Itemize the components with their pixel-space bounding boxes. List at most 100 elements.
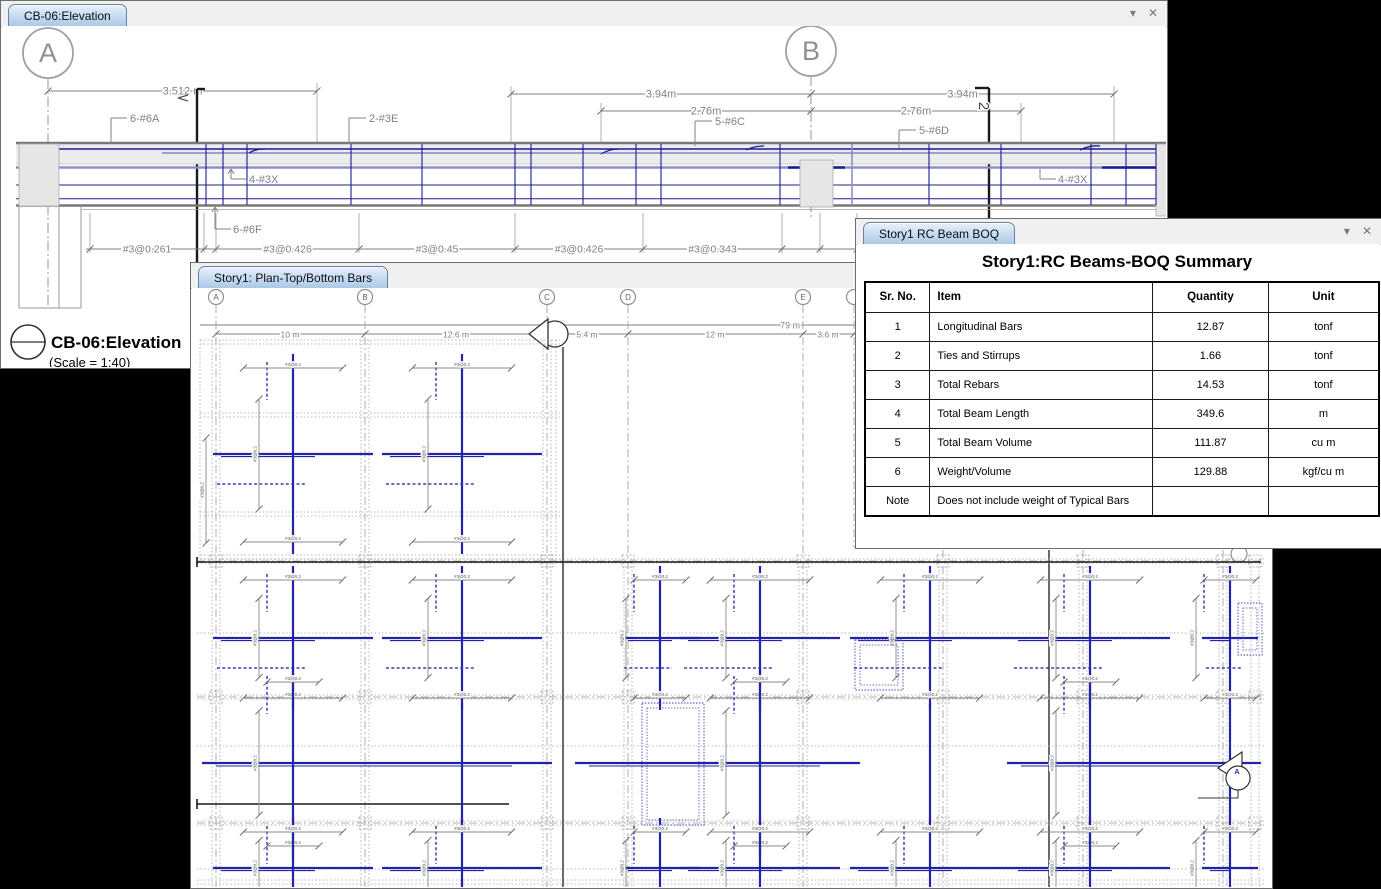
boq-cell: 1.66 [1152, 341, 1268, 370]
svg-text:#3@0.2: #3@0.2 [285, 574, 301, 579]
svg-text:#3@0.2: #3@0.2 [720, 630, 725, 646]
svg-text:#3@0.2: #3@0.2 [890, 630, 895, 646]
svg-text:#3@0.2: #3@0.2 [1222, 826, 1238, 831]
svg-text:#3@0.2: #3@0.2 [454, 826, 470, 831]
boq-cell: Longitudinal Bars [930, 312, 1153, 341]
svg-text:4-#3X: 4-#3X [249, 174, 279, 186]
svg-text:#3@0.2: #3@0.2 [620, 860, 625, 876]
boq-header-row: Sr. No.ItemQuantityUnit [865, 282, 1379, 312]
boq-cell: m [1268, 399, 1379, 428]
boq-cell: Does not include weight of Typical Bars [930, 486, 1153, 516]
svg-text:#3@0.2: #3@0.2 [922, 692, 938, 697]
svg-text:#3@0.2: #3@0.2 [200, 482, 205, 498]
boq-cell: Note [865, 486, 930, 516]
boq-cell: kgf/cu m [1268, 457, 1379, 486]
svg-text:5-#6D: 5-#6D [919, 125, 949, 137]
svg-text:C: C [544, 293, 550, 302]
svg-text:#3@0.426: #3@0.426 [263, 244, 312, 256]
boq-table-body: 1Longitudinal Bars12.87tonf2Ties and Sti… [865, 312, 1379, 516]
svg-text:2: 2 [975, 102, 992, 110]
svg-text:#3@0.2: #3@0.2 [253, 630, 258, 646]
svg-text:#3@0.2: #3@0.2 [1050, 755, 1055, 771]
svg-text:#3@0.2: #3@0.2 [454, 362, 470, 367]
svg-text:#3@0.2: #3@0.2 [922, 826, 938, 831]
svg-text:#3@0.2: #3@0.2 [253, 860, 258, 876]
boq-row: NoteDoes not include weight of Typical B… [865, 486, 1379, 516]
boq-cell: 12.87 [1152, 312, 1268, 341]
tab-label: Story1: Plan-Top/Bottom Bars [214, 271, 372, 285]
svg-text:#3@0.2: #3@0.2 [285, 676, 301, 681]
svg-text:B: B [362, 293, 367, 302]
svg-text:3.94m: 3.94m [646, 89, 677, 101]
svg-text:CB-06:Elevation: CB-06:Elevation [51, 333, 181, 352]
svg-text:2.76m: 2.76m [901, 106, 932, 118]
boq-cell [1268, 486, 1379, 516]
boq-cell: 111.87 [1152, 428, 1268, 457]
boq-table: Sr. No.ItemQuantityUnit 1Longitudinal Ba… [864, 281, 1380, 517]
svg-text:#3@0.2: #3@0.2 [720, 860, 725, 876]
svg-text:5.4 m: 5.4 m [576, 330, 597, 340]
svg-text:A: A [1234, 767, 1240, 776]
svg-text:6-#6F: 6-#6F [233, 224, 262, 236]
minimize-icon[interactable]: ▾ [1130, 6, 1136, 20]
boq-row: 2Ties and Stirrups1.66tonf [865, 341, 1379, 370]
boq-window: Story1 RC Beam BOQ ▾ ✕ Story1:RC Beams-B… [855, 218, 1381, 549]
svg-text:#3@0.2: #3@0.2 [752, 826, 768, 831]
close-icon[interactable]: ✕ [1148, 6, 1158, 20]
svg-text:#3@0.2: #3@0.2 [454, 536, 470, 541]
svg-text:#3@0.2: #3@0.2 [422, 630, 427, 646]
boq-cell: tonf [1268, 341, 1379, 370]
svg-text:#3@0.2: #3@0.2 [752, 676, 768, 681]
svg-text:#3@0.2: #3@0.2 [720, 755, 725, 771]
boq-cell: 2 [865, 341, 930, 370]
boq-col-header: Unit [1268, 282, 1379, 312]
svg-text:#3@0.45: #3@0.45 [416, 244, 459, 256]
svg-text:E: E [800, 293, 805, 302]
svg-text:12 m: 12 m [706, 330, 725, 340]
boq-cell: 4 [865, 399, 930, 428]
svg-text:#3@0.2: #3@0.2 [652, 574, 668, 579]
boq-cell [1152, 486, 1268, 516]
tab-story1-plan[interactable]: Story1: Plan-Top/Bottom Bars [198, 266, 388, 288]
svg-text:10 m: 10 m [281, 330, 300, 340]
svg-text:(Scale = 1:40): (Scale = 1:40) [49, 355, 130, 367]
boq-cell: Weight/Volume [930, 457, 1153, 486]
svg-text:#3@0.343: #3@0.343 [688, 244, 737, 256]
boq-row: 5Total Beam Volume111.87cu m [865, 428, 1379, 457]
svg-text:#3@0.2: #3@0.2 [752, 574, 768, 579]
svg-text:#3@0.2: #3@0.2 [890, 860, 895, 876]
svg-text:#3@0.2: #3@0.2 [253, 755, 258, 771]
svg-text:#3@0.2: #3@0.2 [422, 446, 427, 462]
close-icon[interactable]: ✕ [1362, 224, 1372, 238]
svg-text:#3@0.2: #3@0.2 [454, 574, 470, 579]
minimize-icon[interactable]: ▾ [1344, 224, 1350, 238]
boq-row: 4Total Beam Length349.6m [865, 399, 1379, 428]
svg-text:2-#3E: 2-#3E [369, 113, 398, 125]
svg-text:79 m: 79 m [780, 321, 800, 331]
boq-cell: 6 [865, 457, 930, 486]
svg-text:#3@0.2: #3@0.2 [1222, 574, 1238, 579]
boq-cell: 3 [865, 370, 930, 399]
svg-text:#3@0.2: #3@0.2 [422, 860, 427, 876]
svg-text:12.6 m: 12.6 m [443, 330, 469, 340]
svg-text:3.6 m: 3.6 m [817, 330, 838, 340]
boq-row: 3Total Rebars14.53tonf [865, 370, 1379, 399]
svg-text:#3@0.2: #3@0.2 [652, 826, 668, 831]
boq-content: Story1:RC Beams-BOQ Summary Sr. No.ItemQ… [857, 244, 1380, 547]
svg-text:3.94m: 3.94m [947, 89, 978, 101]
boq-cell: cu m [1268, 428, 1379, 457]
tab-cb06-elevation[interactable]: CB-06:Elevation [8, 4, 127, 26]
boq-col-header: Quantity [1152, 282, 1268, 312]
boq-tabstrip: Story1 RC Beam BOQ ▾ ✕ [856, 219, 1381, 245]
elevation-tabstrip: CB-06:Elevation ▾ ✕ [1, 1, 1167, 27]
svg-text:#3@0.2: #3@0.2 [285, 362, 301, 367]
svg-text:#3@0.2: #3@0.2 [1050, 630, 1055, 646]
svg-text:#3@0.2: #3@0.2 [285, 826, 301, 831]
tab-story1-rc-beam-boq[interactable]: Story1 RC Beam BOQ [863, 222, 1015, 244]
svg-text:4-#3X: 4-#3X [1058, 174, 1088, 186]
mdi-background: { "controls": {"minimize": "▾", "close":… [0, 0, 1381, 889]
svg-text:#3@0.2: #3@0.2 [922, 574, 938, 579]
svg-text:#3@0.2: #3@0.2 [454, 692, 470, 697]
boq-cell: tonf [1268, 312, 1379, 341]
svg-text:#3@0.2: #3@0.2 [1190, 630, 1195, 646]
